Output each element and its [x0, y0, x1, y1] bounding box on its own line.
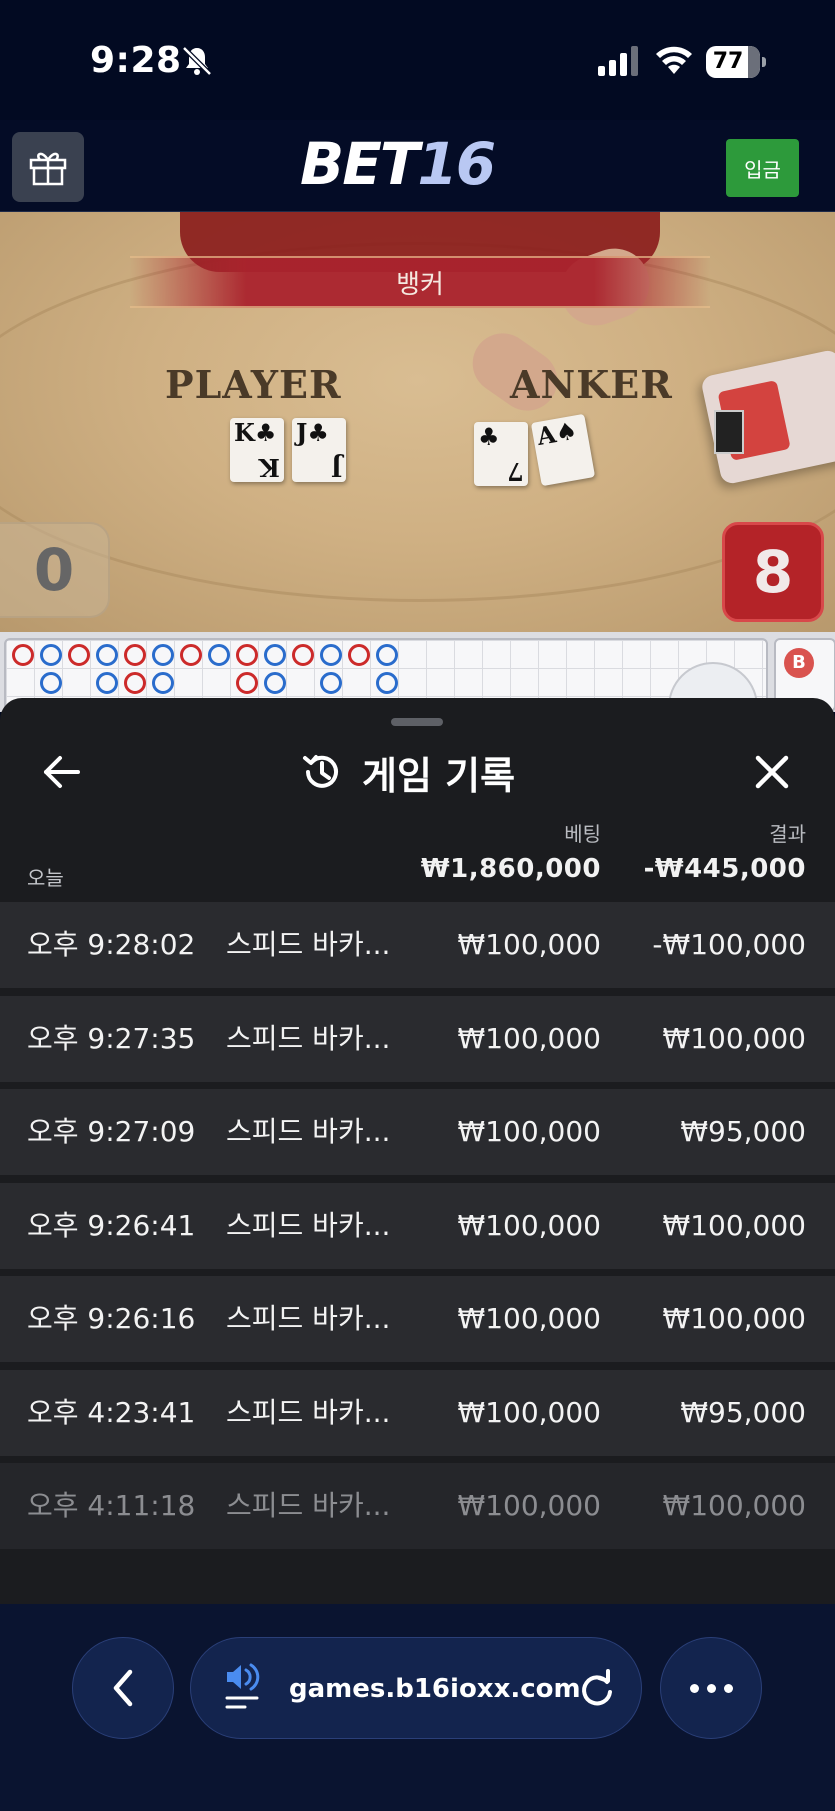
gift-button[interactable]	[12, 132, 84, 202]
browser-toolbar: games.b16ioxx.com	[0, 1604, 835, 1811]
row-bet: ₩100,000	[457, 1489, 601, 1522]
status-bar: 9:28 77	[0, 0, 835, 120]
sheet-title: 게임 기록	[300, 742, 515, 802]
browser-back-button[interactable]	[72, 1637, 174, 1739]
url-text: games.b16ioxx.com	[289, 1674, 581, 1704]
total-bet: ₩1,860,000	[420, 854, 601, 884]
more-options-button[interactable]	[660, 1637, 762, 1739]
row-game: 스피드 바카...	[226, 1395, 391, 1429]
row-bet: ₩100,000	[457, 1208, 601, 1242]
player-score: 0	[0, 522, 110, 618]
row-game: 스피드 바카...	[226, 1489, 391, 1522]
row-time: 오후 9:26:16	[27, 1302, 196, 1335]
row-game: 스피드 바카...	[226, 1115, 391, 1148]
close-button[interactable]	[746, 746, 798, 798]
banker-card-1: ♣ 7	[474, 422, 528, 486]
bell-slash-icon	[182, 46, 212, 76]
history-row[interactable]: 오후 4:11:18 스피드 바카... ₩100,000 ₩100,000	[0, 1463, 835, 1549]
history-row[interactable]: 오후 9:28:02 스피드 바카... ₩100,000 -₩100,000	[0, 902, 835, 988]
row-result: ₩95,000	[680, 1395, 806, 1429]
bet16-logo: BET16	[300, 130, 496, 198]
row-bet: ₩100,000	[457, 1302, 601, 1335]
history-row[interactable]: 오후 4:23:41 스피드 바카... ₩100,000 ₩95,000	[0, 1369, 835, 1456]
wifi-icon	[656, 46, 692, 74]
app-header: BET16 입금	[0, 120, 835, 212]
player-table-label: PLAYER	[165, 362, 342, 407]
reload-icon[interactable]	[577, 1668, 617, 1708]
ellipsis-icon	[689, 1683, 699, 1693]
banker-table-label: ANKER	[510, 362, 673, 407]
row-game: 스피드 바카...	[226, 1021, 391, 1055]
history-row[interactable]: 오후 9:27:09 스피드 바카... ₩100,000 ₩95,000	[0, 1089, 835, 1175]
status-time: 9:28	[90, 40, 182, 81]
row-time: 오후 9:26:41	[27, 1208, 196, 1242]
game-history-sheet: 게임 기록 베팅 결과 오늘 ₩1,860,000 -₩445,000 오후 9…	[0, 698, 835, 1604]
audio-reader-icon	[225, 1663, 260, 1709]
row-result: ₩100,000	[662, 1021, 806, 1055]
row-bet: ₩100,000	[457, 1115, 601, 1148]
column-header-result: 결과	[769, 822, 806, 846]
row-game: 스피드 바카...	[226, 1208, 391, 1242]
live-game-video[interactable]: 뱅커 PLAYER ANKER K♣ K J♣ J ♣ 7 A♠ 0 8	[0, 212, 835, 632]
row-result: ₩100,000	[662, 1302, 806, 1335]
history-icon	[303, 755, 338, 788]
signal-icon	[598, 46, 638, 76]
row-bet: ₩100,000	[457, 1395, 601, 1429]
row-time: 오후 4:23:41	[27, 1395, 196, 1429]
deposit-button[interactable]: 입금	[726, 139, 799, 197]
history-list: 오후 9:28:02 스피드 바카... ₩100,000 -₩100,000 …	[0, 902, 835, 1557]
history-row[interactable]: 오후 9:26:41 스피드 바카... ₩100,000 ₩100,000	[0, 1182, 835, 1269]
row-result: ₩95,000	[680, 1115, 806, 1148]
row-bet: ₩100,000	[457, 928, 601, 961]
player-card-2: J♣ J	[292, 418, 346, 482]
sheet-title-text: 게임 기록	[362, 753, 516, 798]
today-label: 오늘	[27, 866, 64, 890]
chevron-left-icon	[113, 1669, 133, 1707]
row-result: -₩100,000	[652, 928, 806, 961]
row-time: 오후 9:28:02	[27, 928, 196, 961]
history-row[interactable]: 오후 9:27:35 스피드 바카... ₩100,000 ₩100,000	[0, 995, 835, 1082]
row-bet: ₩100,000	[457, 1021, 601, 1055]
arrow-left-icon	[44, 756, 80, 788]
history-row[interactable]: 오후 9:26:16 스피드 바카... ₩100,000 ₩100,000	[0, 1276, 835, 1362]
total-result: -₩445,000	[643, 854, 806, 884]
banker-card-2: A♠	[530, 413, 596, 487]
row-time: 오후 9:27:09	[27, 1115, 196, 1148]
row-game: 스피드 바카...	[226, 928, 391, 961]
close-icon	[755, 755, 789, 789]
sheet-grabber[interactable]	[391, 718, 443, 726]
row-result: ₩100,000	[662, 1489, 806, 1522]
row-time: 오후 9:27:35	[27, 1021, 196, 1055]
row-time: 오후 4:11:18	[27, 1489, 196, 1522]
banker-score: 8	[722, 522, 824, 622]
back-button[interactable]	[36, 746, 88, 798]
winner-banner: 뱅커	[130, 256, 710, 308]
player-card-1: K♣ K	[230, 418, 284, 482]
battery-level: 77	[712, 49, 744, 74]
gift-icon	[29, 152, 67, 186]
battery-icon: 77	[706, 46, 766, 78]
row-game: 스피드 바카...	[226, 1302, 391, 1335]
column-header-bet: 베팅	[564, 822, 601, 846]
row-result: ₩100,000	[662, 1208, 806, 1242]
address-bar[interactable]: games.b16ioxx.com	[190, 1637, 642, 1739]
banker-badge: B	[784, 648, 814, 678]
